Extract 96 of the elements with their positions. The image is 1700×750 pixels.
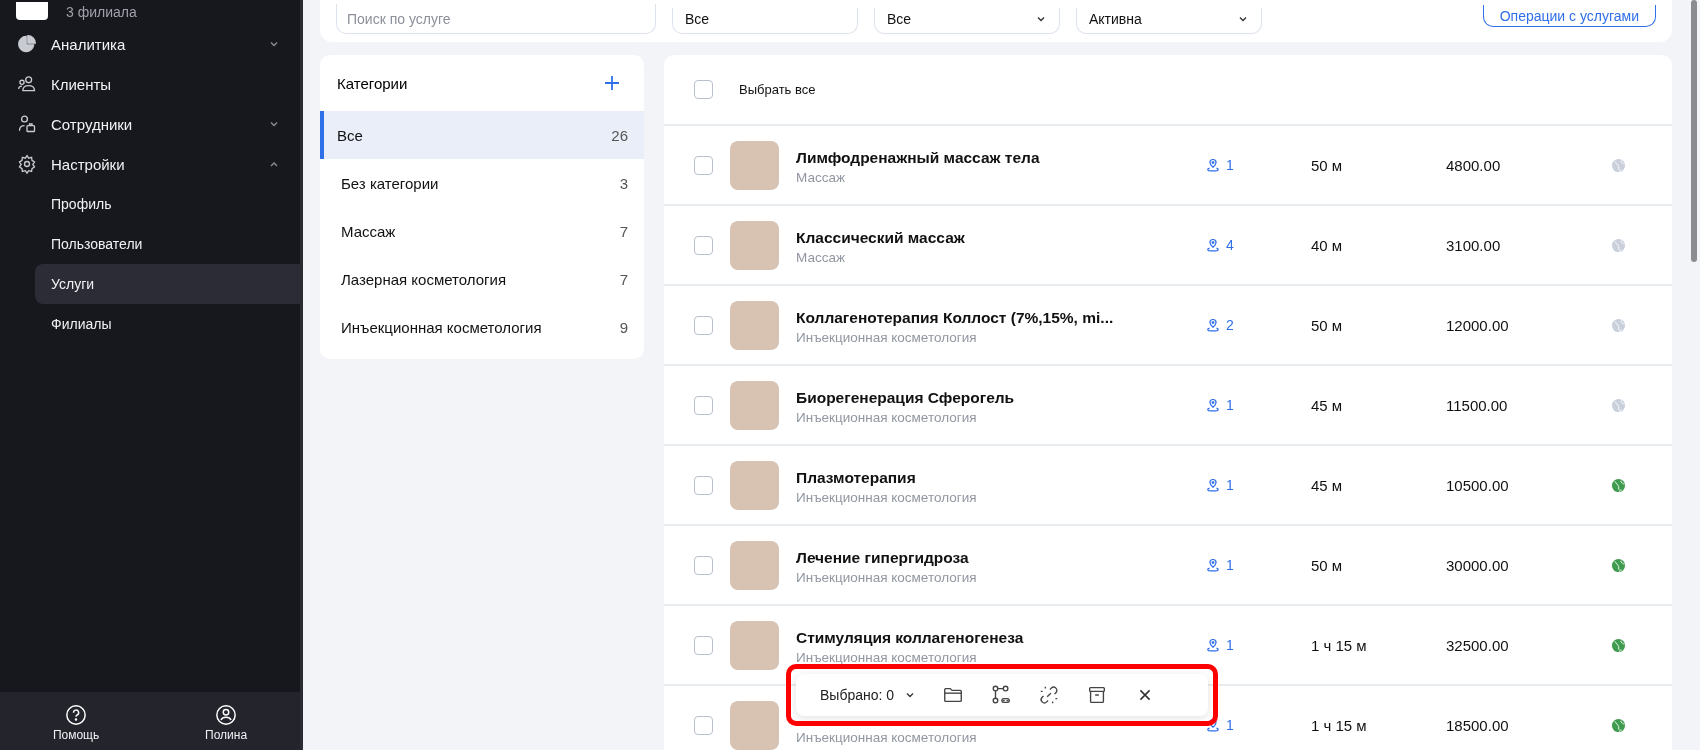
branch-count: 1 <box>1226 157 1234 173</box>
price: 12000.00 <box>1446 316 1510 334</box>
checkbox[interactable] <box>694 80 713 99</box>
category-item[interactable]: Инъекционная косметология 9 <box>320 303 644 351</box>
service-name: Лечение гипергидроза <box>796 549 970 567</box>
duration: 40 м <box>1311 236 1344 254</box>
nav-subitem[interactable]: Пользователи <box>35 224 300 264</box>
branch-count: 1 <box>1226 397 1234 413</box>
price: 32500.00 <box>1446 636 1510 654</box>
service-category: Инъекционная косметология <box>796 410 978 425</box>
price: 18500.00 <box>1446 716 1510 734</box>
question-icon <box>65 704 88 726</box>
select-field[interactable]: Все <box>874 8 1060 34</box>
location-pin-icon <box>1206 318 1220 332</box>
select-field[interactable]: Все <box>672 8 858 34</box>
select-all-label: Выбрать все <box>739 82 816 97</box>
service-category: Инъекционная косметология <box>796 570 978 585</box>
service-name: Лимфодренажный массаж тела <box>796 149 1041 167</box>
pie-chart-icon <box>17 34 37 54</box>
location-pin-icon <box>1206 558 1220 572</box>
category-item[interactable]: Без категории 3 <box>320 159 644 207</box>
footer-button[interactable]: Помощь <box>52 704 100 742</box>
duration: 50 м <box>1311 316 1344 334</box>
duration: 45 м <box>1311 476 1344 494</box>
location-pin-icon <box>1206 638 1220 652</box>
checkbox[interactable] <box>694 715 713 735</box>
user-icon <box>215 704 238 726</box>
service-category: Массаж <box>796 250 846 265</box>
select-field[interactable]: Активна <box>1076 8 1262 34</box>
price: 30000.00 <box>1446 556 1510 574</box>
branch-count: 1 <box>1226 477 1234 493</box>
branch-count: 1 <box>1226 557 1234 573</box>
price: 3100.00 <box>1446 236 1502 254</box>
photo-placeholder <box>730 620 779 670</box>
photo-placeholder <box>730 700 779 750</box>
nav-subitem[interactable]: Услуги <box>35 264 300 304</box>
person-badge-icon <box>17 114 37 134</box>
operations-button[interactable]: Операции с услугами <box>1482 5 1656 27</box>
checkbox[interactable] <box>694 555 713 575</box>
duration: 50 м <box>1311 156 1344 174</box>
branch-count: 1 <box>1226 717 1234 733</box>
people-icon <box>17 74 37 94</box>
branch-count: 4 <box>1226 237 1234 253</box>
checkbox[interactable] <box>694 635 713 655</box>
branch-count: 2 <box>1226 317 1234 333</box>
category-item[interactable]: Лазерная косметология 7 <box>320 255 644 303</box>
photo-placeholder <box>730 140 779 190</box>
duration: 1 ч 15 м <box>1311 716 1368 734</box>
logo-icon <box>16 2 48 20</box>
checkbox[interactable] <box>694 315 713 335</box>
nav-item[interactable]: Аналитика <box>0 24 300 64</box>
category-item[interactable]: Все 26 <box>320 111 644 159</box>
service-name: Классический массаж <box>796 229 966 247</box>
photo-placeholder <box>730 220 779 270</box>
photo-placeholder <box>730 460 779 510</box>
settings-icon <box>17 154 37 174</box>
price: 4800.00 <box>1446 156 1502 174</box>
photo-placeholder <box>730 540 779 590</box>
panel-title: Категории <box>337 74 408 92</box>
branch-count: 1 <box>1226 637 1234 653</box>
service-name: Стимуляция коллагеногенеза <box>796 629 1025 647</box>
checkbox[interactable] <box>694 395 713 415</box>
plus-icon[interactable] <box>604 75 620 91</box>
service-name: Плазмотерапия <box>796 469 917 487</box>
branch-count: 3 филиала <box>66 4 137 20</box>
photo-placeholder <box>730 300 779 350</box>
nav-subitem[interactable]: Филиалы <box>35 304 300 344</box>
service-category: Инъекционная косметология <box>796 650 978 665</box>
service-category: Инъекционная косметология <box>796 730 978 745</box>
price: 10500.00 <box>1446 476 1510 494</box>
checkbox[interactable] <box>694 475 713 495</box>
service-name: Биорегенерация Сферогель <box>796 389 1016 407</box>
service-category: Массаж <box>796 170 846 185</box>
price: 11500.00 <box>1446 396 1509 414</box>
nodes-link-icon[interactable] <box>990 684 1013 706</box>
location-pin-icon <box>1206 478 1220 492</box>
duration: 1 ч 15 м <box>1311 636 1368 654</box>
nav-item[interactable]: Клиенты <box>0 64 300 104</box>
nav-item[interactable]: Сотрудники <box>0 104 300 144</box>
duration: 50 м <box>1311 556 1344 574</box>
checkbox[interactable] <box>694 235 713 255</box>
photo-placeholder <box>730 380 779 430</box>
search-field[interactable]: Поиск по услуге <box>336 4 656 34</box>
location-pin-icon <box>1206 158 1220 172</box>
location-pin-icon <box>1206 398 1220 412</box>
selected-count-dropdown[interactable]: Выбрано: 0 <box>820 687 917 703</box>
checkbox[interactable] <box>694 155 713 175</box>
service-name: Коллагенотерапия Коллост (7%,15%, mi... <box>796 309 1115 327</box>
category-item[interactable]: Массаж 7 <box>320 207 644 255</box>
service-category: Инъекционная косметология <box>796 490 978 505</box>
nav-item[interactable]: Настройки <box>0 144 300 184</box>
footer-button[interactable]: Полина <box>205 704 248 742</box>
nav-subitem[interactable]: Профиль <box>35 184 300 224</box>
service-category: Инъекционная косметология <box>796 330 978 345</box>
location-pin-icon <box>1206 238 1220 252</box>
duration: 45 м <box>1311 396 1344 414</box>
